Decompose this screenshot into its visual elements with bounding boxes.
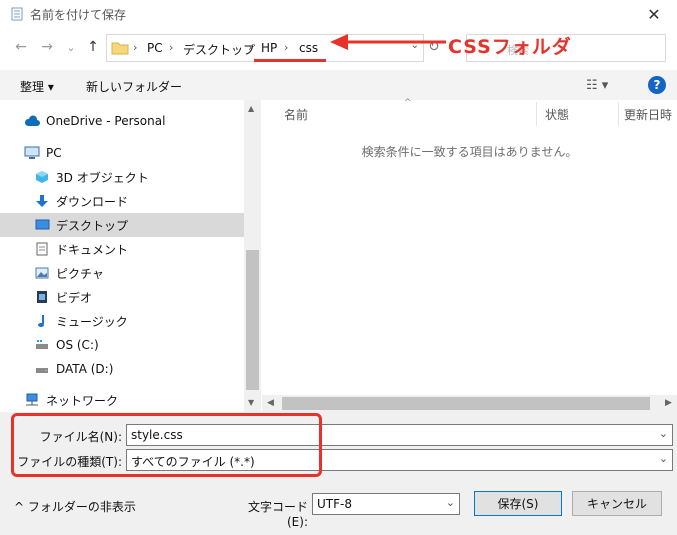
nav-item-label: ピクチャ [56, 266, 104, 281]
forward-button[interactable]: → [38, 38, 56, 56]
save-button[interactable]: 保存(S) [474, 491, 562, 516]
nav-item-drive-d[interactable]: DATA (D:) [0, 357, 244, 381]
arrow-left-icon: ← [15, 39, 27, 55]
scroll-up-icon[interactable]: ▲ [248, 104, 254, 113]
navigation-pane: OneDrive - Personal PC 3D オブジェクト ダウンロード … [0, 100, 244, 412]
drive-icon [34, 361, 50, 377]
column-divider[interactable] [618, 102, 619, 126]
annotation-highlight-box [11, 413, 322, 477]
window-title: 名前を付けて保存 [30, 8, 127, 22]
computer-icon [24, 145, 40, 161]
sort-ascending-icon: ^ [404, 98, 412, 108]
nav-item-onedrive[interactable]: OneDrive - Personal [0, 109, 244, 133]
nav-item-label: DATA (D:) [56, 362, 114, 376]
document-icon [34, 241, 50, 257]
new-folder-button[interactable]: 新しいフォルダー [86, 78, 182, 95]
nav-item-label: 3D オブジェクト [56, 170, 149, 185]
download-icon [34, 193, 50, 209]
folder-icon [111, 42, 129, 55]
nav-item-pc[interactable]: PC [0, 141, 244, 165]
recent-locations-button[interactable]: ⌄ [62, 38, 80, 56]
network-icon [24, 392, 40, 408]
nav-item-label: デスクトップ [56, 218, 129, 233]
back-button[interactable]: ← [12, 38, 30, 56]
breadcrumb-css[interactable]: css [299, 41, 318, 55]
breadcrumb-pc[interactable]: PC [147, 41, 163, 55]
chevron-down-icon[interactable]: ⌄ [659, 427, 668, 440]
notepad-icon [11, 7, 23, 21]
annotation-underline [254, 59, 326, 62]
up-button[interactable]: ↑ [84, 38, 102, 56]
horizontal-scrollbar[interactable]: ◀ ▶ [262, 395, 677, 412]
video-icon [34, 289, 50, 305]
empty-message: 検索条件に一致する項目はありません。 [361, 145, 578, 159]
nav-item-3d-objects[interactable]: 3D オブジェクト [0, 165, 244, 189]
column-header-status[interactable]: 状態 [545, 106, 569, 123]
desktop-icon [34, 217, 50, 233]
nav-item-label: PC [46, 146, 62, 160]
cube-icon [34, 169, 50, 185]
breadcrumb-separator: › [248, 41, 253, 54]
title-bar: 名前を付けて保存 ✕ [0, 0, 677, 28]
annotation-arrow-icon [330, 34, 446, 50]
drive-icon [34, 337, 50, 353]
scroll-down-icon[interactable]: ▼ [248, 398, 254, 407]
arrow-right-icon: → [41, 39, 53, 55]
navigation-scrollbar[interactable]: ▲ ▼ [244, 100, 261, 412]
breadcrumb-desktop[interactable]: デスクトップ [183, 41, 255, 58]
nav-item-videos[interactable]: ビデオ [0, 285, 244, 309]
cloud-icon [24, 113, 40, 129]
nav-item-label: ミュージック [56, 314, 128, 329]
column-header-name[interactable]: 名前 [284, 106, 308, 123]
view-options-icon[interactable]: ☷ ▾ [586, 78, 608, 93]
annotation-label: CSSフォルダ [448, 36, 572, 58]
cancel-button[interactable]: キャンセル [572, 491, 662, 516]
toolbar: 整理 ▾ 新しいフォルダー ☷ ▾ ? [0, 70, 677, 100]
breadcrumb-separator: › [133, 41, 138, 54]
organize-menu[interactable]: 整理 ▾ [20, 78, 54, 95]
encoding-value: UTF-8 [317, 497, 352, 511]
help-icon[interactable]: ? [648, 76, 666, 94]
nav-item-label: ビデオ [56, 290, 93, 305]
chevron-down-icon: ⌄ [66, 40, 76, 54]
nav-item-pictures[interactable]: ピクチャ [0, 261, 244, 285]
encoding-select[interactable]: UTF-8 ⌄ [312, 493, 460, 515]
scrollbar-thumb[interactable] [246, 250, 259, 390]
nav-item-documents[interactable]: ドキュメント [0, 237, 244, 261]
close-icon: ✕ [647, 4, 661, 24]
nav-item-label: OneDrive - Personal [46, 114, 166, 128]
chevron-down-icon[interactable]: ⌄ [659, 452, 668, 465]
chevron-down-icon[interactable]: ⌄ [446, 496, 455, 509]
breadcrumb-separator: › [284, 41, 289, 54]
scroll-right-icon[interactable]: ▶ [665, 398, 672, 408]
column-divider[interactable] [536, 102, 537, 126]
nav-item-downloads[interactable]: ダウンロード [0, 189, 244, 213]
picture-icon [34, 265, 50, 281]
close-button[interactable]: ✕ [631, 0, 677, 28]
nav-item-label: ドキュメント [56, 242, 129, 257]
hide-folders-toggle[interactable]: ^ フォルダーの非表示 [14, 498, 136, 515]
nav-item-network[interactable]: ネットワーク [0, 388, 244, 412]
scrollbar-thumb[interactable] [282, 397, 650, 410]
nav-item-music[interactable]: ミュージック [0, 309, 244, 333]
nav-item-drive-c[interactable]: OS (C:) [0, 333, 244, 357]
arrow-up-icon: ↑ [87, 39, 99, 55]
breadcrumb-separator: › [169, 41, 174, 54]
nav-item-label: OS (C:) [56, 338, 99, 352]
breadcrumb-hp[interactable]: HP [261, 41, 277, 55]
column-header-modified[interactable]: 更新日時 [624, 106, 672, 123]
encoding-label: 文字コード(E): [247, 500, 308, 529]
file-list: ^ 名前 状態 更新日時 検索条件に一致する項目はありません。 [262, 98, 677, 395]
nav-item-label: ダウンロード [56, 194, 129, 209]
scroll-left-icon[interactable]: ◀ [267, 398, 274, 408]
nav-item-desktop[interactable]: デスクトップ [0, 213, 244, 237]
nav-item-label: ネットワーク [46, 393, 119, 408]
music-icon [34, 313, 50, 329]
